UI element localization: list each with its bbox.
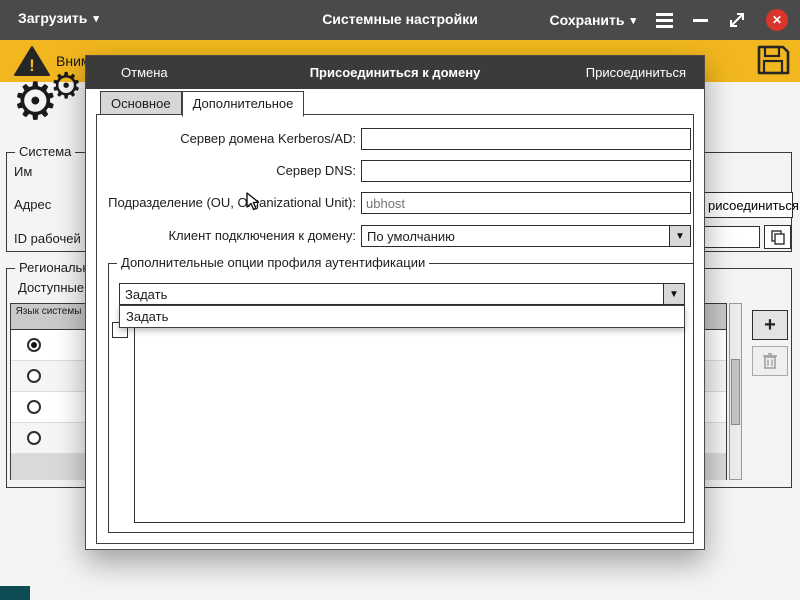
copy-button[interactable]	[764, 225, 791, 249]
copy-icon	[770, 230, 785, 245]
tab-additional[interactable]: Дополнительное	[181, 91, 305, 117]
taskbar-corner	[0, 586, 30, 600]
computer-address-label: Адрес	[14, 197, 52, 212]
chevron-down-icon[interactable]: ▼	[669, 226, 690, 246]
scrollbar-thumb[interactable]	[731, 359, 740, 425]
titlebar: Загрузить ▾ Системные настройки Сохранит…	[0, 0, 800, 40]
save-to-file-button[interactable]	[754, 44, 792, 78]
domain-client-select[interactable]: По умолчанию ▼	[361, 225, 691, 247]
auth-options-listbox[interactable]	[134, 320, 685, 523]
floppy-icon	[757, 45, 790, 75]
add-language-button[interactable]: +	[752, 310, 788, 340]
system-legend: Система	[15, 144, 76, 159]
plus-icon: +	[764, 313, 776, 336]
titlebar-controls: Сохранить ▾ ✕	[550, 0, 788, 40]
save-menu-button[interactable]: Сохранить ▾	[550, 12, 637, 28]
language-radio[interactable]	[27, 431, 41, 445]
join-domain-dialog: Отмена Присоединиться к домену Присоедин…	[85, 55, 705, 550]
remove-language-button-disabled[interactable]	[752, 346, 788, 376]
dialog-header: Отмена Присоединиться к домену Присоедин…	[86, 56, 704, 89]
menu-icon[interactable]	[656, 12, 673, 28]
auth-profile-value: Задать	[125, 287, 168, 302]
settings-gears-icon: ⚙ ⚙	[12, 65, 83, 131]
domain-client-value: По умолчанию	[367, 229, 455, 244]
auth-options-fieldset: Дополнительные опции профиля аутентифика…	[108, 255, 694, 533]
kerberos-server-label: Сервер домена Kerberos/AD:	[180, 131, 356, 146]
kerberos-server-input[interactable]	[361, 128, 691, 150]
chevron-down-icon[interactable]: ▼	[663, 284, 684, 304]
close-button[interactable]: ✕	[766, 9, 788, 31]
caret-down-icon: ▾	[630, 14, 636, 27]
language-radio-selected[interactable]	[27, 338, 41, 352]
dns-server-input[interactable]	[361, 160, 691, 182]
expand-icon[interactable]	[728, 11, 746, 29]
table-scrollbar[interactable]	[729, 303, 742, 480]
screen: Загрузить ▾ Системные настройки Сохранит…	[0, 0, 800, 600]
join-domain-background-label: рисоединиться	[708, 198, 799, 213]
minimize-icon[interactable]	[693, 18, 708, 22]
trash-icon	[763, 353, 777, 369]
workstation-id-label: ID рабочей	[14, 231, 81, 246]
auth-profile-select[interactable]: Задать ▼	[119, 283, 685, 305]
language-radio[interactable]	[27, 400, 41, 414]
tab-main[interactable]: Основное	[100, 91, 182, 116]
dialog-tabs: Основное Дополнительное	[100, 91, 305, 117]
language-radio[interactable]	[27, 369, 41, 383]
ou-input[interactable]	[361, 192, 691, 214]
join-button[interactable]: Присоединиться	[586, 65, 686, 80]
regional-legend: Региональн	[15, 260, 94, 275]
language-column-header: Язык системы	[11, 304, 87, 329]
computer-name-label: Им	[14, 164, 33, 179]
auth-options-legend: Дополнительные опции профиля аутентифика…	[117, 255, 430, 270]
save-menu-label: Сохранить	[549, 12, 625, 28]
dropdown-option[interactable]: Задать	[120, 306, 684, 327]
available-languages-label: Доступные я	[18, 280, 95, 295]
ou-label: Подразделение (OU, Organizational Unit):	[108, 195, 356, 210]
auth-profile-dropdown: Задать	[119, 305, 685, 328]
close-icon: ✕	[771, 13, 783, 27]
domain-client-label: Клиент подключения к домену:	[168, 228, 356, 243]
dns-server-label: Сервер DNS:	[276, 163, 356, 178]
